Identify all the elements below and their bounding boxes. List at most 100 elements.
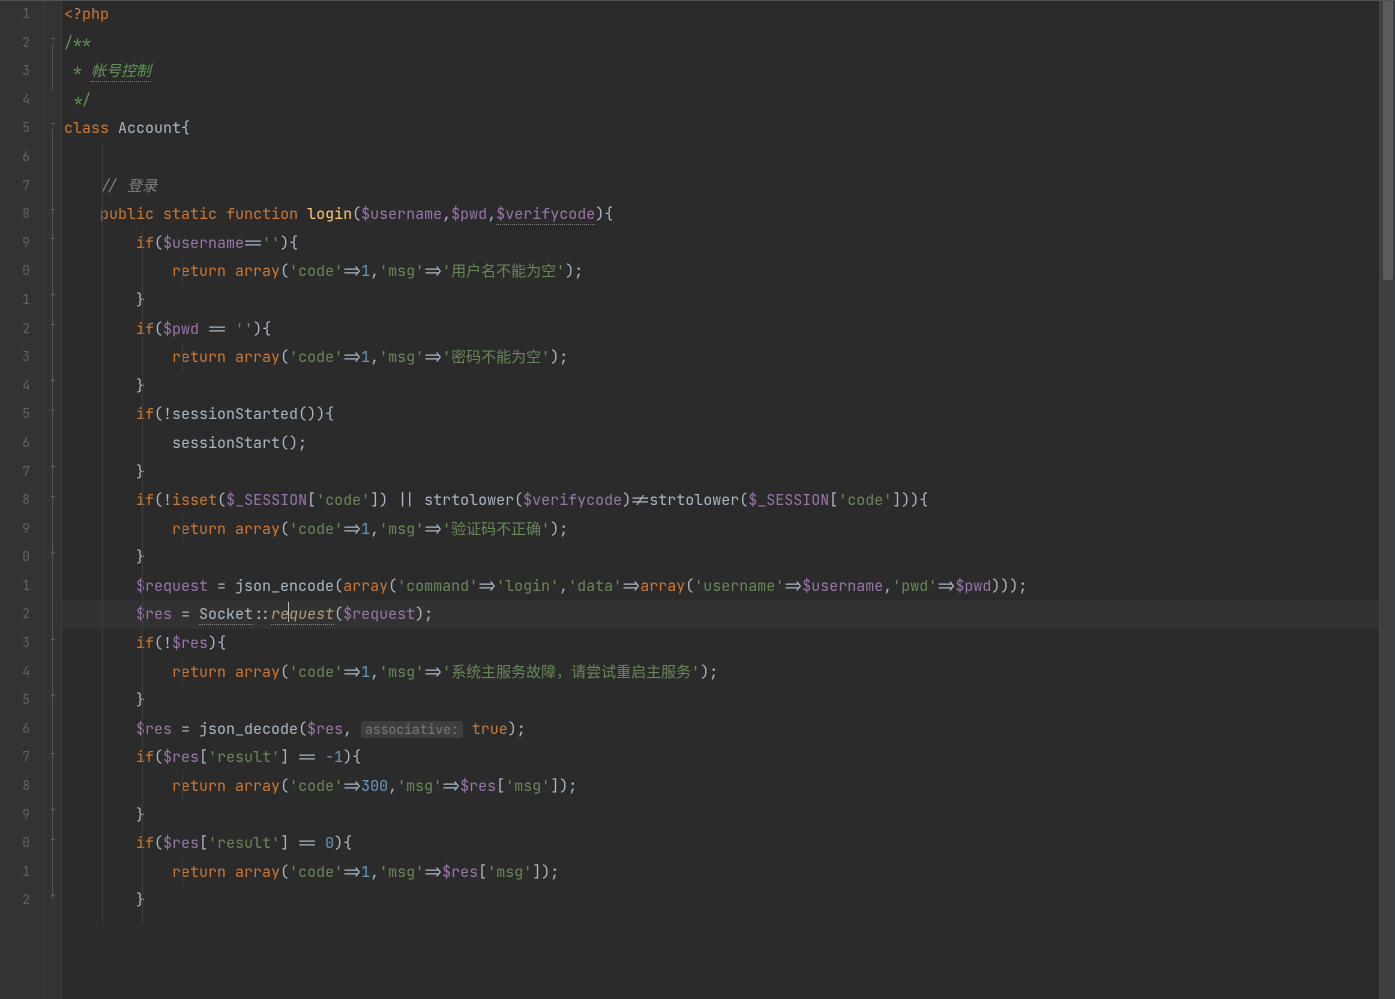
fold-minus-icon[interactable]: − <box>47 405 59 417</box>
op: => <box>343 862 361 882</box>
str: 'msg' <box>487 862 532 882</box>
line-number: 5 <box>0 114 44 143</box>
fold-end-icon[interactable]: ⌃ <box>47 462 59 474</box>
op: => <box>343 776 361 796</box>
brace: } <box>136 890 145 910</box>
vertical-scrollbar[interactable] <box>1380 0 1395 999</box>
indent-guide <box>182 773 183 801</box>
code-line[interactable]: return array('code'=>1,'msg'=>'系统主服务故障，请… <box>62 658 1379 687</box>
fold-minus-icon[interactable]: − <box>47 33 59 45</box>
var: $res <box>163 833 199 853</box>
brace: } <box>136 805 145 825</box>
code-line[interactable]: $request = json_encode(array('command'=>… <box>62 572 1379 601</box>
fold-minus-icon[interactable]: − <box>47 491 59 503</box>
code-line[interactable]: return array('code'=>1,'msg'=>'用户名不能为空')… <box>62 257 1379 286</box>
line-number: 2 <box>0 315 44 344</box>
code-line[interactable]: if(!sessionStarted()){ <box>62 400 1379 429</box>
line-number: 1 <box>0 0 44 29</box>
num: 1 <box>361 662 370 682</box>
op: => <box>343 662 361 682</box>
comment: // 登录 <box>100 176 157 196</box>
fold-end-icon[interactable]: ⌃ <box>47 548 59 560</box>
line-number: 1 <box>0 572 44 601</box>
fold-minus-icon[interactable]: − <box>47 319 59 331</box>
code-line[interactable]: if($res['result'] == -1){ <box>62 743 1379 772</box>
line-number: 2 <box>0 600 44 629</box>
kw: if <box>136 319 154 339</box>
code-line[interactable]: class Account{ <box>62 114 1379 143</box>
code-line[interactable]: */ <box>62 86 1379 115</box>
code-line[interactable]: public static function login($username,$… <box>62 200 1379 229</box>
code-line[interactable]: // 登录 <box>62 172 1379 201</box>
code-line[interactable]: if($res['result'] == 0){ <box>62 829 1379 858</box>
fold-minus-icon[interactable]: − <box>47 634 59 646</box>
fn: array <box>235 776 280 796</box>
fn: array <box>235 862 280 882</box>
fold-end-icon[interactable]: ⌃ <box>47 891 59 903</box>
line-number-gutter: 1 2 3 4 5 6 7 8 9 0 1 2 3 4 5 6 7 8 9 0 … <box>0 0 45 999</box>
code-line[interactable]: * 帐号控制 <box>62 57 1379 86</box>
code-line[interactable]: } <box>62 372 1379 401</box>
code-line[interactable]: } <box>62 458 1379 487</box>
fold-end-icon[interactable]: ⌃ <box>47 376 59 388</box>
fold-minus-icon[interactable]: − <box>47 118 59 130</box>
code-line[interactable]: $res = json_decode($res, associative: tr… <box>62 715 1379 744</box>
line-number: 8 <box>0 772 44 801</box>
code-line[interactable] <box>62 143 1379 172</box>
var: $request <box>136 576 208 596</box>
caret-icon <box>288 602 289 622</box>
line-number: 4 <box>0 86 44 115</box>
fn: sessionStarted <box>172 404 298 424</box>
fold-minus-icon[interactable]: − <box>47 834 59 846</box>
code-line[interactable]: if($pwd == ''){ <box>62 315 1379 344</box>
fold-end-icon[interactable]: ⌃ <box>47 290 59 302</box>
fold-minus-icon[interactable]: − <box>47 748 59 760</box>
str: 'msg' <box>397 776 442 796</box>
code-line[interactable]: return array('code'=>1,'msg'=>'验证码不正确'); <box>62 515 1379 544</box>
indent-guide <box>102 143 103 923</box>
code-line[interactable]: if(!$res){ <box>62 629 1379 658</box>
code-line[interactable]: if(!isset($_SESSION['code']) || strtolow… <box>62 486 1379 515</box>
fold-end-icon[interactable]: ⌃ <box>47 805 59 817</box>
code-line[interactable]: <?php <box>62 0 1379 29</box>
line-number: 9 <box>0 229 44 258</box>
fold-minus-icon[interactable]: − <box>47 233 59 245</box>
code-line[interactable]: } <box>62 686 1379 715</box>
op: => <box>343 519 361 539</box>
brace: } <box>136 376 145 396</box>
op: => <box>442 776 460 796</box>
kw: if <box>136 490 154 510</box>
scroll-thumb[interactable] <box>1383 0 1393 280</box>
code-line[interactable]: return array('code'=>1,'msg'=>'密码不能为空'); <box>62 343 1379 372</box>
str: 'pwd' <box>892 576 937 596</box>
fold-minus-icon[interactable]: − <box>47 204 59 216</box>
var: $username <box>361 204 442 224</box>
code-line[interactable]: } <box>62 801 1379 830</box>
line-number: 3 <box>0 343 44 372</box>
kw: if <box>136 747 154 767</box>
code-line[interactable]: return array('code'=>1,'msg'=>$res['msg'… <box>62 858 1379 887</box>
line-number: 3 <box>0 629 44 658</box>
code-line[interactable]: /** <box>62 29 1379 58</box>
str: '' <box>235 319 253 339</box>
kw: true <box>472 719 508 739</box>
code-editor[interactable]: 1 2 3 4 5 6 7 8 9 0 1 2 3 4 5 6 7 8 9 0 … <box>0 0 1395 999</box>
code-line[interactable]: sessionStart(); <box>62 429 1379 458</box>
code-line[interactable]: } <box>62 286 1379 315</box>
var: $_SESSION <box>226 490 307 510</box>
code-line-current[interactable]: $res = Socket::request($request); <box>62 600 1379 629</box>
code-line[interactable]: return array('code'=>300,'msg'=>$res['ms… <box>62 772 1379 801</box>
str: 'username' <box>694 576 784 596</box>
code-area[interactable]: <?php /** * 帐号控制 */ class Account{ // 登录… <box>62 0 1380 999</box>
line-number: 1 <box>0 858 44 887</box>
str: 'code' <box>316 490 370 510</box>
doc-star: * <box>64 61 91 81</box>
code-line[interactable]: } <box>62 543 1379 572</box>
op: == <box>244 233 262 253</box>
fold-end-icon[interactable]: ⌃ <box>47 691 59 703</box>
code-line[interactable]: if($username==''){ <box>62 229 1379 258</box>
fold-gutter: − − − − ⌃ − ⌃ − ⌃ − ⌃ − ⌃ − ⌃ − ⌃ <box>45 0 62 999</box>
code-line[interactable]: } <box>62 886 1379 915</box>
str: 'msg' <box>379 261 424 281</box>
var: $res <box>442 862 478 882</box>
